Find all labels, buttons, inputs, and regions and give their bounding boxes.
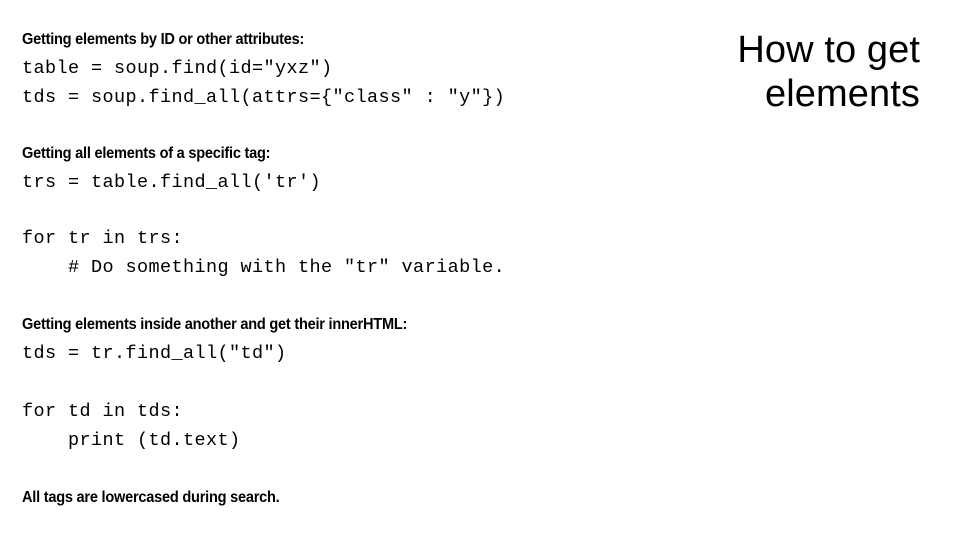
section-by-id-or-attributes: Getting elements by ID or other attribut… [22, 26, 622, 112]
section-caption: Getting all elements of a specific tag: [22, 145, 271, 162]
code-line: tds = soup.find_all(attrs={"class" : "y"… [22, 87, 506, 108]
code-line: # Do something with the "tr" variable. [22, 257, 506, 278]
slide-body: Getting elements by ID or other attribut… [22, 26, 622, 512]
code-line: for tr in trs: [22, 228, 184, 249]
section-loop-tds: for td in tds: print (td.text) [22, 397, 622, 455]
section-loop-trs: for tr in trs: # Do something with the "… [22, 224, 622, 282]
section-inside-another: Getting elements inside another and get … [22, 311, 622, 368]
section-caption: Getting elements by ID or other attribut… [22, 31, 305, 48]
slide-canvas: How to get elements Getting elements by … [0, 0, 960, 540]
footnote-text: All tags are lowercased during search. [22, 489, 280, 506]
section-caption: Getting elements inside another and get … [22, 316, 408, 333]
code-line: print (td.text) [22, 430, 241, 451]
code-line: table = soup.find(id="yxz") [22, 58, 333, 79]
code-line: trs = table.find_all('tr') [22, 172, 322, 193]
code-line: for td in tds: [22, 401, 184, 422]
slide-title: How to get elements [737, 29, 920, 116]
section-all-of-tag: Getting all elements of a specific tag: … [22, 140, 622, 197]
code-line: tds = tr.find_all("td") [22, 343, 287, 364]
